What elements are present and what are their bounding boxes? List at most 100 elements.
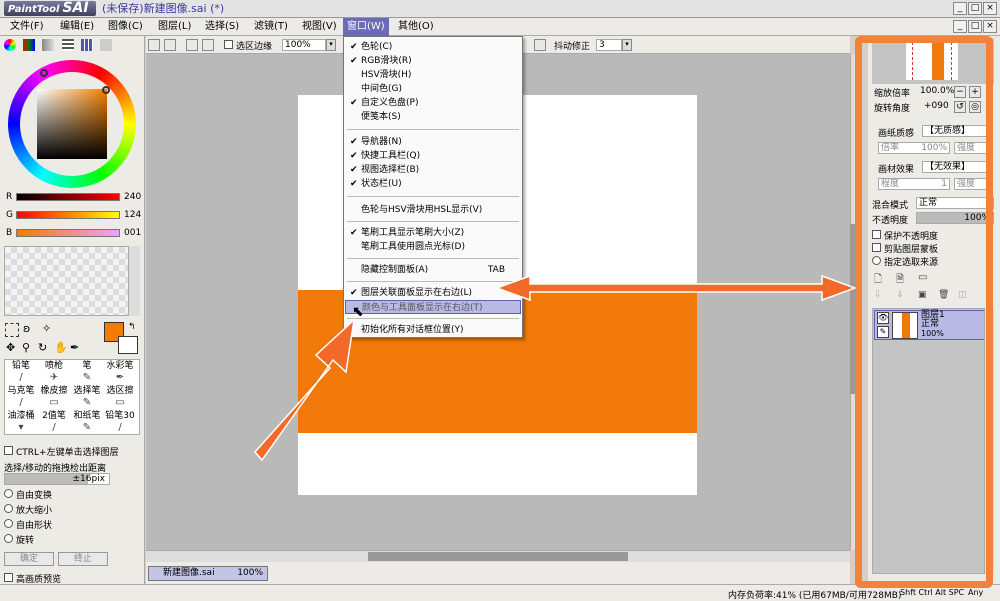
menu-filter[interactable]: 滤镜(T)	[250, 18, 292, 36]
transform-free-radio[interactable]	[4, 489, 13, 498]
menu-separator	[347, 221, 519, 222]
custom-swatches[interactable]	[4, 246, 140, 316]
hsv-tab-icon[interactable]	[42, 39, 55, 51]
stabilizer-dropdown-icon[interactable]: ▾	[622, 39, 632, 51]
doc-close-button[interactable]: ×	[983, 20, 997, 33]
magic-wand-icon[interactable]: ✧	[42, 322, 51, 335]
invert-select-icon[interactable]	[202, 39, 214, 51]
menu-item-dot-cursor[interactable]: 笔刷工具使用圆点光标(D)	[345, 240, 521, 254]
menu-item-reset-dialogs[interactable]: 初始化所有对话框位置(Y)	[345, 323, 521, 337]
tool-watercolor[interactable]: 水彩笔 ✒	[103, 360, 137, 384]
g-value: 124	[124, 210, 142, 220]
mix-tab-icon[interactable]	[61, 39, 74, 51]
tool-pencil30[interactable]: 铅笔30/	[103, 410, 137, 434]
rotate-icon[interactable]: ↻	[38, 341, 47, 354]
undo-icon[interactable]	[148, 39, 160, 51]
menu-file[interactable]: 文件(F)	[6, 18, 48, 36]
menu-item-custom-palette[interactable]: ✔ 自定义色盘(P)	[345, 96, 521, 110]
menu-item-color-tool-right[interactable]: 颜色与工具面板显示在右边(T)	[345, 300, 521, 314]
menu-item-color-wheel[interactable]: ✔ 色轮(C)	[345, 40, 521, 54]
zoom-select[interactable]: 100%	[282, 39, 326, 51]
scratchpad-tab-icon[interactable]	[99, 39, 112, 51]
menu-other[interactable]: 其他(O)	[394, 18, 438, 36]
canvas-hscroll-thumb[interactable]	[368, 552, 628, 561]
color-mode-tabs[interactable]	[4, 39, 114, 53]
menu-image[interactable]: 图像(C)	[104, 18, 147, 36]
swatch-tab-icon[interactable]	[80, 39, 93, 51]
r-slider[interactable]	[16, 193, 120, 201]
rgb-tab-icon[interactable]	[23, 39, 36, 51]
selection-edge-checkbox[interactable]	[224, 40, 233, 49]
menu-window[interactable]: 窗口(W)	[343, 18, 389, 36]
menu-item-navigator[interactable]: ✔ 导航器(N)	[345, 135, 521, 149]
tool-bucket[interactable]: 油漆桶 ▾	[4, 410, 38, 434]
left-panel: R 240 G 124 B 001 ʚ ✧ ✥ ⚲ ↻ ✋ ✒ ↰ 铅笔 / 喷枪…	[0, 36, 145, 601]
tool-select-eraser[interactable]: 选区擦 ▭	[103, 385, 137, 409]
doc-restore-button[interactable]: □	[968, 20, 982, 33]
sv-cursor[interactable]	[102, 86, 110, 94]
maximize-button[interactable]: □	[968, 2, 982, 15]
minimize-button[interactable]: _	[953, 2, 967, 15]
ok-button[interactable]: 确定	[4, 552, 54, 566]
tool-binary-pen[interactable]: 2值笔 /	[37, 410, 71, 434]
hq-preview-checkbox[interactable]	[4, 573, 13, 582]
saturation-value-square[interactable]	[37, 89, 107, 159]
menu-item-hsl-display[interactable]: 色轮与HSV滑块用HSL显示(V)	[345, 203, 521, 217]
swap-colors-icon[interactable]: ↰	[128, 322, 136, 332]
menu-item-layer-panel-right[interactable]: ✔ 图层关联面板显示在右边(L)	[345, 286, 521, 300]
window-menu-dropdown: ✔ 色轮(C) ✔ RGB滑块(R) HSV滑块(H) 中间色(G) ✔ 自定义色盘(…	[343, 36, 523, 338]
lasso-icon[interactable]: ʚ	[23, 322, 30, 335]
hand-icon[interactable]: ✋	[54, 341, 68, 354]
key-status: Shft Ctrl Alt SPC	[900, 588, 965, 597]
g-slider[interactable]	[16, 211, 120, 219]
menu-item-scratchpad[interactable]: 便笺本(S)	[345, 110, 521, 124]
zoom-icon[interactable]: ⚲	[22, 341, 30, 354]
cancel-button[interactable]: 终止	[58, 552, 108, 566]
tool-pen[interactable]: 笔 ✎	[70, 360, 104, 384]
menu-item-hide-panels[interactable]: 隐藏控制面板(A) TAB	[345, 263, 521, 277]
menu-select[interactable]: 选择(S)	[201, 18, 243, 36]
color-wheel-tab-icon[interactable]	[4, 39, 16, 51]
move-icon[interactable]: ✥	[6, 341, 15, 354]
tool-pencil[interactable]: 铅笔 /	[4, 360, 38, 384]
menu-view[interactable]: 视图(V)	[298, 18, 341, 36]
tool-select-pen[interactable]: 选择笔 ✎	[70, 385, 104, 409]
menu-item-quick-toolbar[interactable]: ✔ 快捷工具栏(Q)	[345, 149, 521, 163]
tool-airbrush[interactable]: 喷枪 ✈	[37, 360, 71, 384]
transform-scale-radio[interactable]	[4, 504, 13, 513]
tool-marker[interactable]: 马克笔 /	[4, 385, 38, 409]
doc-tab[interactable]: 新建图像.sai 100%	[148, 566, 268, 581]
title-bar: PaintTool SAI (未保存)新建图像.sai (*) _ □ ×	[0, 0, 1000, 18]
close-button[interactable]: ×	[983, 2, 997, 15]
hue-cursor[interactable]	[40, 69, 48, 77]
swatches-scrollbar[interactable]	[128, 246, 140, 316]
menu-layer[interactable]: 图层(L)	[154, 18, 195, 36]
transform-rotate-radio[interactable]	[4, 534, 13, 543]
b-slider[interactable]	[16, 229, 120, 237]
tool-eraser[interactable]: 橡皮擦 ▭	[37, 385, 71, 409]
menu-item-mid-color[interactable]: 中间色(G)	[345, 82, 521, 96]
selection-edge-label: 选区边缘	[236, 42, 273, 52]
doc-minimize-button[interactable]: _	[953, 20, 967, 33]
transform-deform-radio[interactable]	[4, 519, 13, 528]
transform-rotate-label: 旋转	[16, 536, 35, 546]
menu-edit[interactable]: 编辑(E)	[56, 18, 98, 36]
menu-item-status-bar[interactable]: ✔ 状态栏(U)	[345, 177, 521, 191]
deselect-icon[interactable]	[186, 39, 198, 51]
tool-washi-pen[interactable]: 和纸笔 ✎	[70, 410, 104, 434]
redo-icon[interactable]	[164, 39, 176, 51]
eyedropper-icon[interactable]: ✒	[70, 341, 79, 354]
flip-icon[interactable]	[534, 39, 546, 51]
stabilizer-select[interactable]: 3	[596, 39, 622, 51]
ctrl-pick-checkbox[interactable]	[4, 446, 13, 455]
menu-item-hsv-slider[interactable]: HSV滑块(H)	[345, 68, 521, 82]
menu-item-brush-size[interactable]: ✔ 笔刷工具显示笔刷大小(Z)	[345, 226, 521, 240]
rect-select-icon[interactable]	[5, 323, 19, 337]
memory-status: 内存负荷率:41% (已用67MB/可用728MB)	[728, 591, 902, 601]
zoom-dropdown-icon[interactable]: ▾	[326, 39, 336, 51]
menu-item-rgb-slider[interactable]: ✔ RGB滑块(R)	[345, 54, 521, 68]
drag-threshold-slider[interactable]: ±16pix	[4, 473, 110, 485]
doc-tab-name: 新建图像.sai	[163, 568, 215, 578]
menu-item-view-bar[interactable]: ✔ 视图选择栏(B)	[345, 163, 521, 177]
secondary-color-swatch[interactable]	[118, 336, 138, 354]
